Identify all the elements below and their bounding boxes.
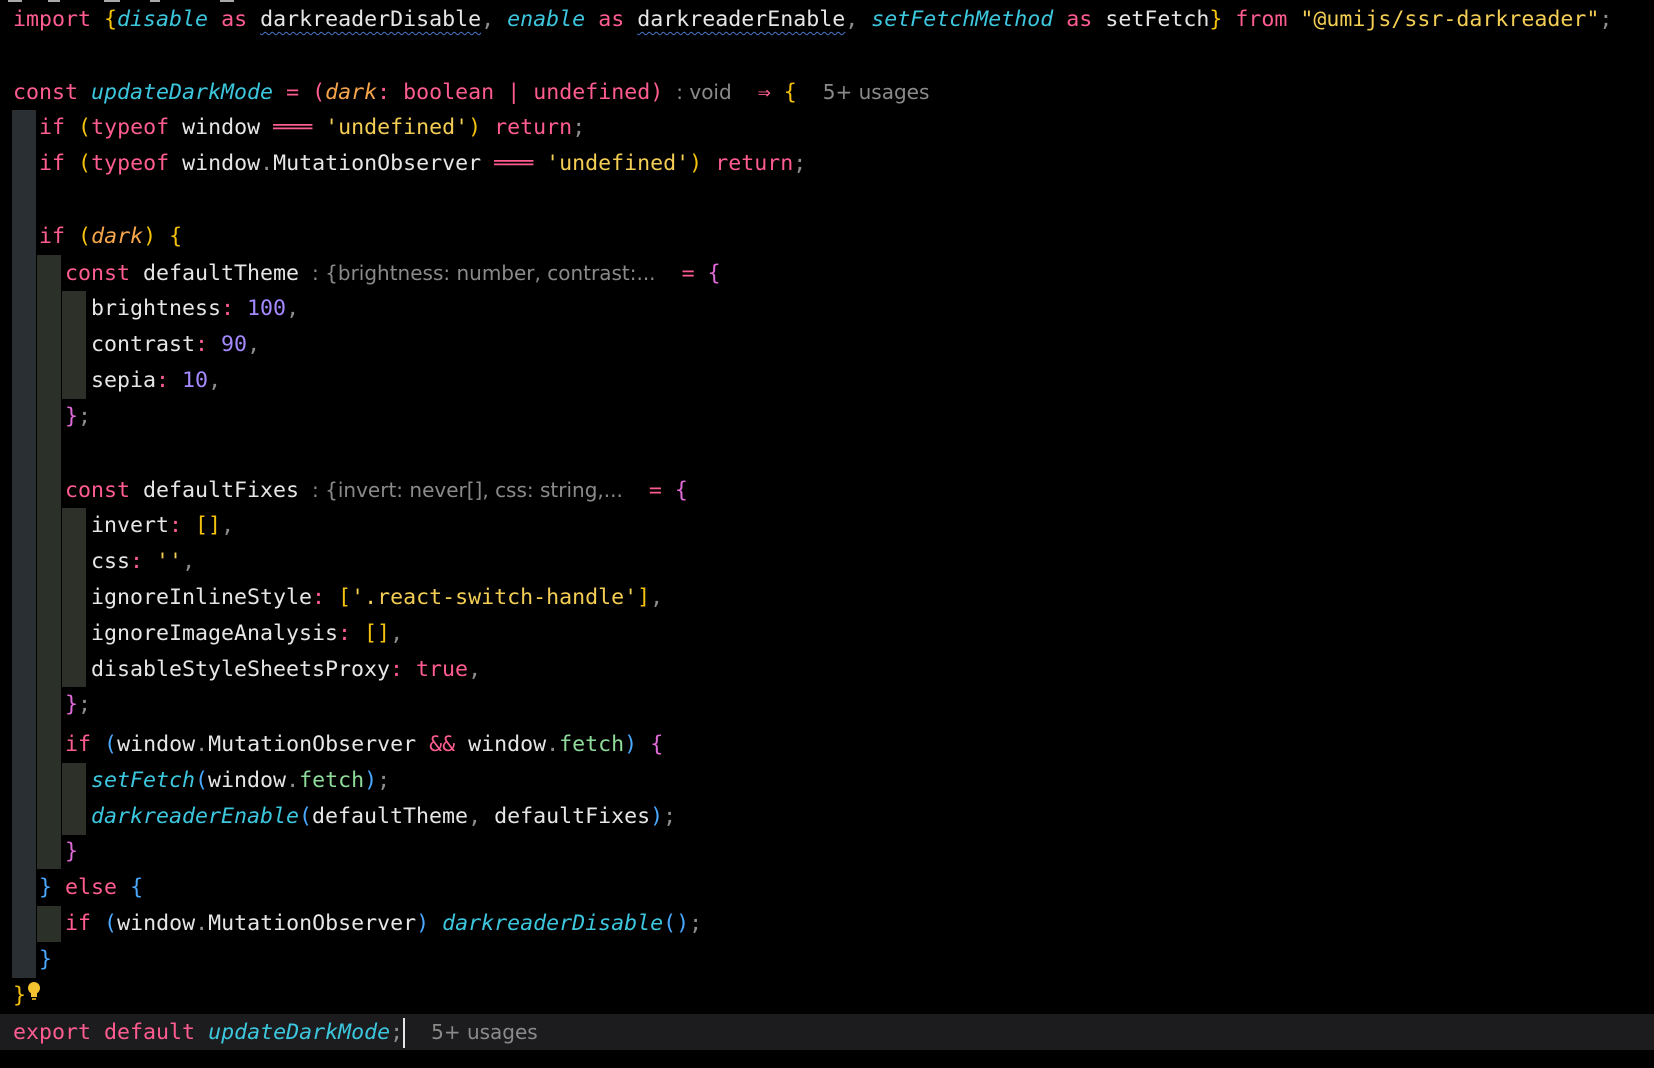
lightbulb-icon[interactable] — [27, 978, 41, 1014]
text-cursor — [403, 1018, 406, 1048]
code-line[interactable]: const defaultFixes : {invert: never[], c… — [13, 472, 688, 508]
current-line[interactable]: export default updateDarkMode; 5+ usages — [0, 1014, 1654, 1050]
code-line[interactable]: setFetch(window.fetch); — [13, 763, 390, 799]
code-line[interactable]: }; — [13, 687, 91, 723]
code-line[interactable]: darkreaderEnable(defaultTheme, defaultFi… — [13, 799, 676, 835]
code-line[interactable]: contrast: 90, — [13, 327, 260, 363]
code-line[interactable]: if (typeof window ═══ 'undefined') retur… — [13, 110, 585, 146]
code-line[interactable]: css: '', — [13, 544, 195, 580]
type-hint: : {brightness: number, contrast:... — [312, 261, 656, 285]
code-line[interactable]: ignoreImageAnalysis: [], — [13, 616, 403, 652]
usages-hint[interactable]: 5+ usages — [431, 1020, 538, 1044]
usages-hint[interactable]: 5+ usages — [823, 80, 930, 104]
code-line[interactable]: } else { — [13, 870, 143, 906]
type-hint: : {invert: never[], css: string,... — [312, 478, 623, 502]
code-line[interactable]: } — [13, 834, 78, 870]
code-line[interactable]: const updateDarkMode = (dark: boolean | … — [13, 74, 929, 110]
code-line[interactable]: if (typeof window.MutationObserver ═══ '… — [13, 146, 806, 182]
code-line[interactable]: const defaultTheme : {brightness: number… — [13, 255, 721, 291]
code-line[interactable]: } — [13, 942, 52, 978]
return-type-hint: : void — [676, 80, 732, 104]
code-line[interactable]: } — [13, 978, 41, 1014]
code-line[interactable]: disableStyleSheetsProxy: true, — [13, 652, 481, 688]
code-line[interactable]: if (dark) { — [13, 219, 182, 255]
code-line[interactable]: if (window.MutationObserver && window.fe… — [13, 727, 663, 763]
code-line[interactable]: sepia: 10, — [13, 363, 221, 399]
code-line[interactable]: ignoreInlineStyle: ['.react-switch-handl… — [13, 580, 663, 616]
code-line[interactable]: if (window.MutationObserver) darkreaderD… — [13, 906, 702, 942]
code-line[interactable]: invert: [], — [13, 508, 234, 544]
code-line[interactable]: brightness: 100, — [13, 291, 299, 327]
code-line[interactable]: import {disable as darkreaderDisable, en… — [13, 2, 1612, 38]
code-line[interactable]: }; — [13, 399, 91, 435]
code-editor[interactable]: import {disable as darkreaderDisable, en… — [0, 0, 1654, 1068]
